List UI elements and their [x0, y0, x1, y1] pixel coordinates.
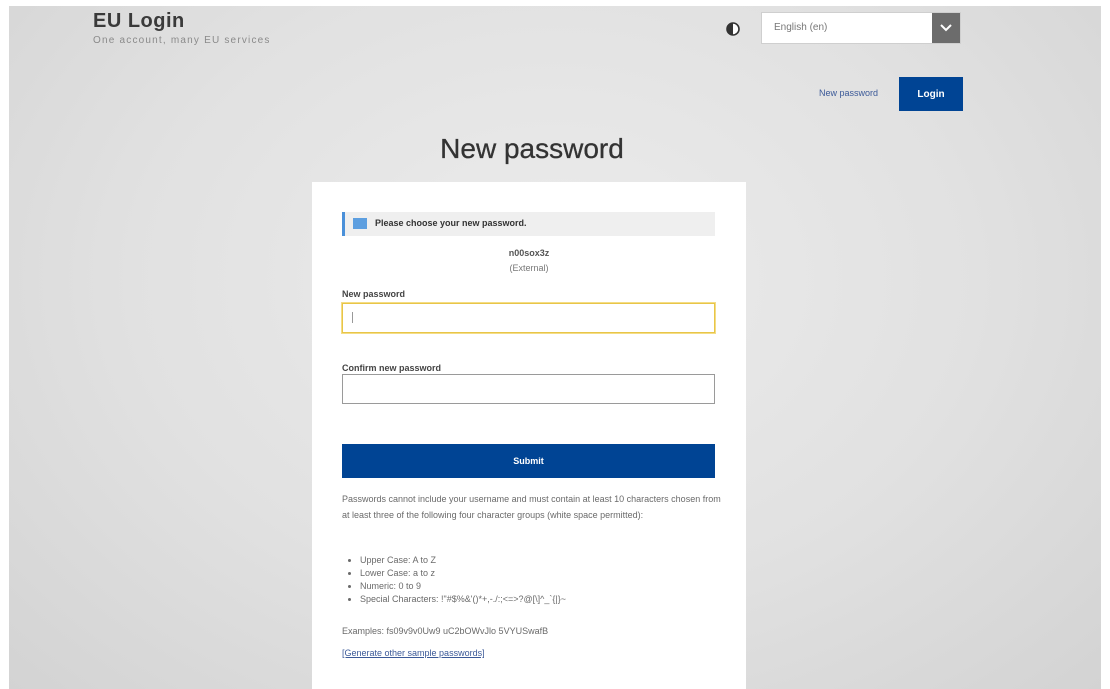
- login-button[interactable]: Login: [899, 77, 963, 111]
- info-icon: [353, 218, 367, 229]
- page-title: New password: [440, 133, 624, 164]
- language-selected-value: English (en): [774, 22, 828, 33]
- confirm-password-input[interactable]: [342, 374, 715, 404]
- brand-title: EU Login: [93, 10, 185, 32]
- page-background: EU Login One account, many EU services E…: [9, 6, 1101, 689]
- info-message-text: Please choose your new password.: [375, 218, 527, 228]
- password-rules-list: Upper Case: A to Z Lower Case: a to z Nu…: [342, 554, 566, 606]
- confirm-password-label: Confirm new password: [342, 363, 442, 373]
- username: n00sox3z: [508, 248, 550, 258]
- new-password-input[interactable]: [342, 303, 715, 333]
- generate-passwords-link[interactable]: [Generate other sample passwords]: [342, 648, 485, 658]
- rule-item: Special Characters: !"#$%&'()*+,-./:;<=>…: [360, 593, 566, 606]
- submit-button[interactable]: Submit: [342, 444, 715, 478]
- rule-item: Lower Case: a to z: [360, 567, 566, 580]
- new-password-link[interactable]: New password: [819, 88, 878, 98]
- text-caret: [352, 312, 353, 323]
- contrast-icon[interactable]: [726, 22, 740, 36]
- password-rules-intro: Passwords cannot include your username a…: [342, 494, 721, 520]
- brand-subtitle: One account, many EU services: [93, 35, 271, 46]
- brand: EU Login One account, many EU services: [93, 10, 271, 46]
- user-type: (External): [509, 263, 549, 273]
- password-examples: Examples: fs09v9v0Uw9 uC2bOWvJlo 5VYUSwa…: [342, 626, 549, 636]
- rule-item: Upper Case: A to Z: [360, 554, 566, 567]
- new-password-label: New password: [342, 289, 406, 299]
- chevron-down-icon[interactable]: [932, 13, 960, 43]
- rule-item: Numeric: 0 to 9: [360, 580, 566, 593]
- language-select[interactable]: English (en): [761, 12, 961, 44]
- info-message-box: Please choose your new password.: [342, 212, 715, 236]
- new-password-card: Please choose your new password. n00sox3…: [312, 182, 746, 689]
